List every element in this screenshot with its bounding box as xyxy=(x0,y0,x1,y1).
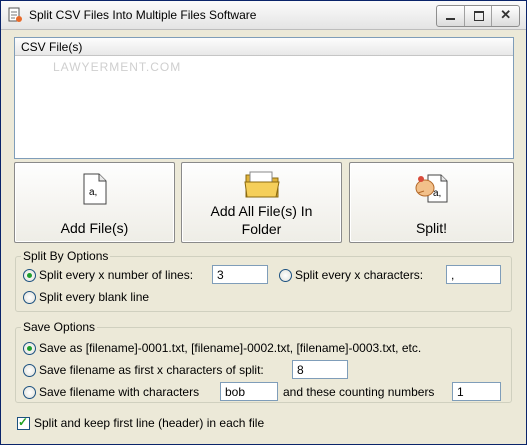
add-files-button[interactable]: a, Add File(s) xyxy=(14,162,175,243)
split-lines-label[interactable]: Split every x number of lines: xyxy=(39,268,193,282)
maximize-icon xyxy=(473,11,484,21)
save-options-legend: Save Options xyxy=(21,320,98,334)
add-folder-button[interactable]: Add All File(s) In Folder xyxy=(181,162,342,243)
split-chars-label[interactable]: Split every x characters: xyxy=(295,268,423,282)
save-custom-name-radio[interactable] xyxy=(23,386,36,399)
save-first-chars-radio[interactable] xyxy=(23,364,36,377)
chars-input[interactable] xyxy=(446,265,501,284)
csv-file-list[interactable]: CSV File(s) LAWYERMENT.COM xyxy=(14,37,514,159)
split-by-options-legend: Split By Options xyxy=(21,249,111,263)
save-numbered-radio[interactable] xyxy=(23,342,36,355)
counting-numbers-label: and these counting numbers xyxy=(283,385,435,399)
svg-text:a,: a, xyxy=(89,187,97,198)
close-icon: ✕ xyxy=(500,7,512,22)
app-window: Split CSV Files Into Multiple Files Soft… xyxy=(0,0,527,445)
save-numbered-label[interactable]: Save as [filename]-0001.txt, [filename]-… xyxy=(39,341,421,355)
title-bar[interactable]: Split CSV Files Into Multiple Files Soft… xyxy=(1,1,526,30)
save-options-group: Save Options Save as [filename]-0001.txt… xyxy=(15,320,512,403)
split-chars-radio[interactable] xyxy=(279,269,292,282)
first-chars-input[interactable] xyxy=(292,360,348,379)
custom-name-input[interactable] xyxy=(220,382,278,401)
split-lines-radio[interactable] xyxy=(23,269,36,282)
document-icon: a, xyxy=(83,173,106,205)
counting-number-input[interactable] xyxy=(452,382,501,401)
save-first-chars-label[interactable]: Save filename as first x characters of s… xyxy=(39,363,264,377)
app-icon xyxy=(8,7,22,22)
split-label: Split! xyxy=(415,220,448,236)
file-list-column-header[interactable]: CSV File(s) xyxy=(15,38,513,56)
split-blank-label[interactable]: Split every blank line xyxy=(39,290,149,304)
split-by-options-group: Split By Options Split every x number of… xyxy=(15,249,512,312)
close-button[interactable]: ✕ xyxy=(492,6,519,26)
split-button[interactable]: a, Split! xyxy=(349,162,514,243)
watermark: LAWYERMENT.COM xyxy=(53,60,182,74)
keep-header-label[interactable]: Split and keep first line (header) in ea… xyxy=(34,416,264,430)
split-blank-radio[interactable] xyxy=(23,291,36,304)
save-custom-name-label[interactable]: Save filename with characters xyxy=(39,385,199,399)
add-folder-label-line1: Add All File(s) In xyxy=(210,203,313,219)
window-controls: ✕ xyxy=(436,5,520,27)
add-folder-label-line2: Folder xyxy=(241,221,282,237)
add-files-label: Add File(s) xyxy=(60,220,129,236)
window-title: Split CSV Files Into Multiple Files Soft… xyxy=(29,8,257,22)
folder-icon xyxy=(243,171,280,198)
minimize-icon xyxy=(446,18,455,20)
maximize-button[interactable] xyxy=(465,6,493,26)
minimize-button[interactable] xyxy=(437,6,465,26)
split-icon: a, xyxy=(415,174,447,203)
keep-header-checkbox[interactable] xyxy=(17,415,30,430)
lines-count-input[interactable] xyxy=(212,265,268,284)
column-header-label: CSV File(s) xyxy=(21,40,83,54)
